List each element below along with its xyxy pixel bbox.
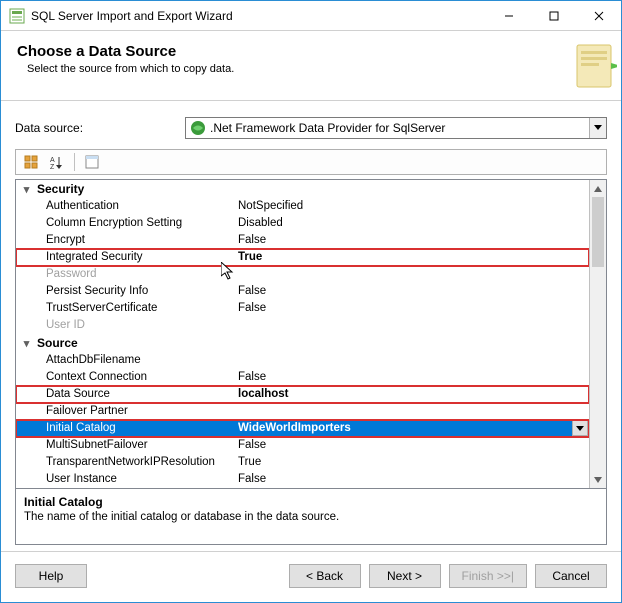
help-button[interactable]: Help bbox=[15, 564, 87, 588]
datasource-combo[interactable]: .Net Framework Data Provider for SqlServ… bbox=[185, 117, 607, 139]
property-name: Persist Security Info bbox=[16, 283, 236, 300]
property-value[interactable]: True bbox=[236, 454, 589, 471]
close-button[interactable] bbox=[576, 1, 621, 30]
property-name: Failover Partner bbox=[16, 403, 236, 420]
property-value[interactable] bbox=[236, 317, 589, 334]
property-value[interactable]: NotSpecified bbox=[236, 198, 589, 215]
window-title: SQL Server Import and Export Wizard bbox=[31, 9, 486, 23]
property-value[interactable]: True bbox=[236, 249, 589, 266]
expander-icon[interactable]: ▾ bbox=[20, 337, 33, 350]
category-label: Source bbox=[37, 336, 78, 350]
property-row[interactable]: User InstanceFalse bbox=[16, 471, 589, 488]
alphabetical-button[interactable]: AZ bbox=[46, 152, 68, 172]
datasource-label: Data source: bbox=[15, 121, 185, 135]
property-grid-body[interactable]: ▾ Security AuthenticationNotSpecifiedColum… bbox=[16, 180, 589, 488]
property-name: Initial Catalog bbox=[16, 420, 236, 437]
property-name: TrustServerCertificate bbox=[16, 300, 236, 317]
description-title: Initial Catalog bbox=[24, 495, 598, 509]
property-name: TransparentNetworkIPResolution bbox=[16, 454, 236, 471]
description-text: The name of the initial catalog or datab… bbox=[24, 511, 598, 523]
property-row[interactable]: TransparentNetworkIPResolutionTrue bbox=[16, 454, 589, 471]
wizard-banner-icon bbox=[563, 39, 617, 93]
toolbar-divider bbox=[74, 153, 75, 171]
next-button[interactable]: Next > bbox=[369, 564, 441, 588]
back-button[interactable]: < Back bbox=[289, 564, 361, 588]
property-value[interactable] bbox=[236, 266, 589, 283]
svg-text:Z: Z bbox=[50, 164, 55, 169]
property-value[interactable]: False bbox=[236, 369, 589, 386]
scroll-down-icon[interactable] bbox=[590, 471, 606, 488]
dropdown-arrow-icon[interactable] bbox=[589, 118, 606, 138]
property-name: Password bbox=[16, 266, 236, 283]
property-name: User ID bbox=[16, 317, 236, 334]
property-pages-button[interactable] bbox=[81, 152, 103, 172]
svg-text:A: A bbox=[50, 157, 55, 164]
property-grid: ▾ Security AuthenticationNotSpecifiedColum… bbox=[15, 179, 607, 489]
datasource-row: Data source: .Net Framework Data Provide… bbox=[15, 117, 607, 139]
maximize-button[interactable] bbox=[531, 1, 576, 30]
property-value[interactable]: False bbox=[236, 300, 589, 317]
categorized-button[interactable] bbox=[20, 152, 42, 172]
property-name: Column Encryption Setting bbox=[16, 215, 236, 232]
property-row[interactable]: AttachDbFilename bbox=[16, 352, 589, 369]
property-row[interactable]: User ID bbox=[16, 317, 589, 334]
provider-icon bbox=[190, 120, 206, 136]
category-label: Security bbox=[37, 182, 84, 196]
property-name: User Instance bbox=[16, 471, 236, 488]
property-row[interactable]: Password bbox=[16, 266, 589, 283]
property-row[interactable]: Data Sourcelocalhost bbox=[16, 386, 589, 403]
property-name: Authentication bbox=[16, 198, 236, 215]
property-name: Data Source bbox=[16, 386, 236, 403]
mouse-cursor-icon bbox=[221, 262, 235, 280]
property-name: AttachDbFilename bbox=[16, 352, 236, 369]
content-area: Data source: .Net Framework Data Provide… bbox=[1, 101, 621, 551]
category-source[interactable]: ▾ Source bbox=[16, 334, 589, 352]
property-row[interactable]: Initial CatalogWideWorldImporters bbox=[16, 420, 589, 437]
property-value[interactable] bbox=[236, 403, 589, 420]
property-value[interactable]: WideWorldImporters bbox=[236, 420, 572, 437]
finish-button: Finish >>| bbox=[449, 564, 527, 588]
cell-dropdown-icon[interactable] bbox=[572, 420, 588, 436]
page-subtitle: Select the source from which to copy dat… bbox=[27, 63, 605, 75]
property-value[interactable]: False bbox=[236, 471, 589, 488]
property-description: Initial Catalog The name of the initial … bbox=[15, 489, 607, 545]
property-value[interactable] bbox=[236, 352, 589, 369]
property-name: Encrypt bbox=[16, 232, 236, 249]
property-value[interactable]: False bbox=[236, 283, 589, 300]
property-row[interactable]: AuthenticationNotSpecified bbox=[16, 198, 589, 215]
page-title: Choose a Data Source bbox=[17, 43, 605, 60]
property-name: Integrated Security bbox=[16, 249, 236, 266]
datasource-value: .Net Framework Data Provider for SqlServ… bbox=[210, 121, 445, 135]
property-name: MultiSubnetFailover bbox=[16, 437, 236, 454]
property-value[interactable]: False bbox=[236, 232, 589, 249]
wizard-header: Choose a Data Source Select the source f… bbox=[1, 31, 621, 101]
vertical-scrollbar[interactable] bbox=[589, 180, 606, 488]
propertygrid-toolbar: AZ bbox=[15, 149, 607, 175]
property-row[interactable]: Integrated SecurityTrue bbox=[16, 249, 589, 266]
expander-icon[interactable]: ▾ bbox=[20, 183, 33, 196]
property-row[interactable]: Failover Partner bbox=[16, 403, 589, 420]
cancel-button[interactable]: Cancel bbox=[535, 564, 607, 588]
property-row[interactable]: MultiSubnetFailoverFalse bbox=[16, 437, 589, 454]
scroll-thumb[interactable] bbox=[592, 197, 604, 267]
property-value[interactable]: False bbox=[236, 437, 589, 454]
property-value[interactable]: Disabled bbox=[236, 215, 589, 232]
property-value[interactable]: localhost bbox=[236, 386, 589, 403]
property-name: Context Connection bbox=[16, 369, 236, 386]
property-row[interactable]: Context ConnectionFalse bbox=[16, 369, 589, 386]
property-row[interactable]: Column Encryption SettingDisabled bbox=[16, 215, 589, 232]
button-bar: Help < Back Next > Finish >>| Cancel bbox=[1, 551, 621, 602]
titlebar: SQL Server Import and Export Wizard bbox=[1, 1, 621, 31]
app-icon bbox=[9, 8, 25, 24]
category-security[interactable]: ▾ Security bbox=[16, 180, 589, 198]
property-row[interactable]: Persist Security InfoFalse bbox=[16, 283, 589, 300]
scroll-up-icon[interactable] bbox=[590, 180, 606, 197]
minimize-button[interactable] bbox=[486, 1, 531, 30]
property-row[interactable]: TrustServerCertificateFalse bbox=[16, 300, 589, 317]
property-row[interactable]: EncryptFalse bbox=[16, 232, 589, 249]
